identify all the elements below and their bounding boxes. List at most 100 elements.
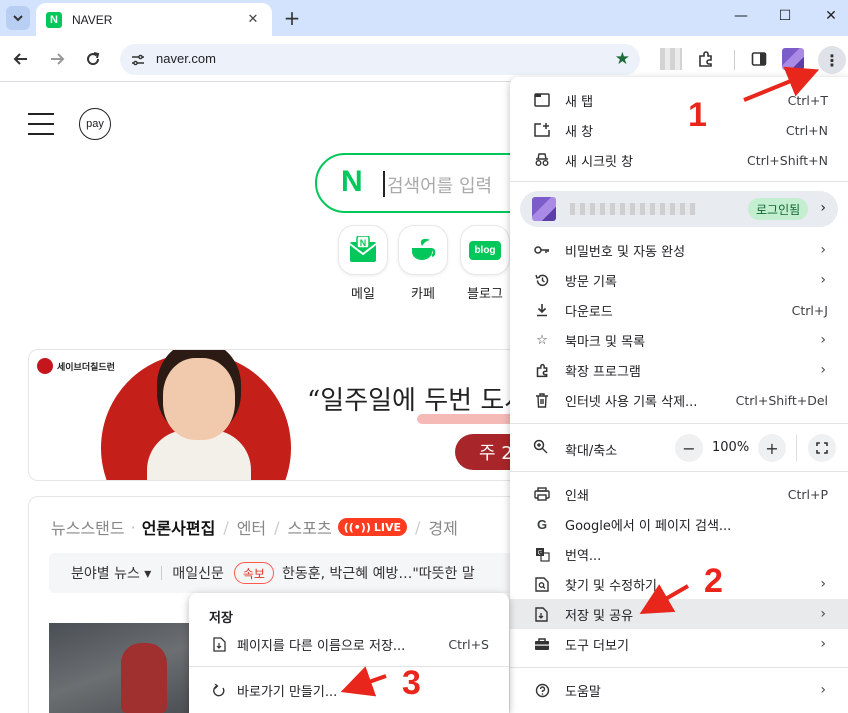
back-button[interactable] [8,46,34,72]
tab-newsstand[interactable]: 뉴스스탠드 [51,515,125,539]
live-badge: ((•)) LIVE [337,518,407,536]
tab-sports[interactable]: 스포츠 [288,515,332,539]
shortcut-label: 블로그 [467,287,503,302]
chevron-right-icon: › [820,272,826,288]
bookmark-star-icon[interactable]: ★ [615,49,630,69]
close-window-button[interactable]: ✕ [808,0,848,32]
profile-avatar[interactable] [782,48,804,70]
menu-label: 도움말 [565,684,601,700]
menu-google-search[interactable]: G Google에서 이 페이지 검색... [510,509,848,539]
submenu-save-as[interactable]: 페이지를 다른 이름으로 저장... Ctrl+S [189,629,509,659]
menu-label: 저장 및 공유 [565,608,634,624]
menu-new-window[interactable]: 새 창 Ctrl+N [510,115,848,145]
search-input[interactable]: 검색어를 입력 [387,172,492,198]
hamburger-menu-icon[interactable] [28,113,54,135]
find-page-icon [533,575,551,593]
menu-print[interactable]: 인쇄 Ctrl+P [510,479,848,509]
history-icon [533,271,551,289]
menu-incognito[interactable]: 새 시크릿 창 Ctrl+Shift+N [510,145,848,175]
chevron-down-icon [13,15,23,22]
menu-more-tools[interactable]: 도구 더보기 › [510,629,848,659]
tab-strip: N NAVER ✕ + — ☐ ✕ [0,0,848,36]
menu-save-share[interactable]: 저장 및 공유 › [510,599,848,629]
side-panel-icon[interactable] [748,48,770,70]
shortcut-blog[interactable]: blog 블로그 [455,225,515,302]
url-text[interactable]: naver.com [156,51,216,66]
tab-separator: · [130,517,136,537]
zoom-icon [533,439,548,458]
tab-close-icon[interactable]: ✕ [244,11,262,29]
news-source[interactable]: 매일신문 [172,563,224,583]
news-headline[interactable]: 한동훈, 박근혜 예방…"따뜻한 말 [282,563,475,583]
chrome-menu-button[interactable]: ⋮ [818,46,846,74]
banner-child-face [163,358,235,440]
menu-extensions[interactable]: 확장 프로그램 › [510,355,848,385]
menu-clear-data[interactable]: 인터넷 사용 기록 삭제... Ctrl+Shift+Del [510,385,848,415]
maximize-button[interactable]: ☐ [762,0,808,32]
tab-search-button[interactable] [6,6,30,30]
save-share-icon [533,605,551,623]
reload-button[interactable] [80,46,106,72]
news-photo-person [121,643,167,713]
fullscreen-icon[interactable] [808,434,836,462]
menu-passwords[interactable]: 비밀번호 및 자동 완성 › [510,235,848,265]
chevron-right-icon: › [820,242,826,258]
category-filter[interactable]: 분야별 뉴스 ▾ [71,563,151,583]
menu-shortcut: Ctrl+J [791,302,828,318]
shortcut-label: 카페 [411,287,435,302]
menu-bookmarks[interactable]: ☆ 북마크 및 목록 › [510,325,848,355]
menu-label: 인쇄 [565,488,589,504]
tab-title: NAVER [72,12,113,27]
extension-icon[interactable] [660,48,682,70]
menu-find-edit[interactable]: 찾기 및 수정하기 › [510,569,848,599]
site-settings-icon[interactable] [128,50,148,70]
annotation-number-3: 3 [402,664,421,702]
new-window-icon [533,121,551,139]
menu-label: 도구 더보기 [565,638,629,654]
menu-downloads[interactable]: 다운로드 Ctrl+J [510,295,848,325]
trash-icon [533,391,551,409]
menu-zoom: 확대/축소 − 100% + [510,431,848,465]
tab-naver[interactable]: N NAVER ✕ [36,3,272,36]
save-share-submenu: 저장 페이지를 다른 이름으로 저장... Ctrl+S 바로가기 만들기... [189,593,509,713]
shortcut-cafe[interactable]: 카페 [393,225,453,302]
minimize-button[interactable]: — [718,0,764,32]
svg-text:N: N [360,238,367,248]
address-bar[interactable]: naver.com ★ [120,44,640,75]
naver-logo: N [341,165,363,198]
forward-arrow-icon [51,53,65,65]
zoom-out-button[interactable]: − [675,434,703,462]
submenu-create-shortcut[interactable]: 바로가기 만들기... [189,675,509,705]
banner-headline: “일주일에 두번 도시 [307,386,529,416]
forward-button[interactable] [44,46,70,72]
menu-translate[interactable]: G 번역... [510,539,848,569]
menu-label: 비밀번호 및 자동 완성 [565,244,686,260]
news-tabs: 뉴스스탠드 · 언론사편집 / 엔터 / 스포츠 ((•)) LIVE / 경제 [51,515,458,539]
menu-shortcut: Ctrl+P [787,486,828,502]
download-icon [533,301,551,319]
zoom-in-button[interactable]: + [758,434,786,462]
menu-label: 확대/축소 [565,444,618,459]
ad-banner[interactable]: 세이브더칠드런 “일주일에 두번 도시 주 2 [28,349,588,481]
shortcut-mail[interactable]: N 메일 [333,225,393,302]
news-ticker[interactable]: 분야별 뉴스 ▾ 매일신문 속보 한동훈, 박근혜 예방…"따뜻한 말 [49,553,589,593]
menu-help[interactable]: 도움말 › [510,675,848,705]
tab-press-edit[interactable]: 언론사편집 [142,515,216,539]
menu-new-tab[interactable]: 새 탭 Ctrl+T [510,85,848,115]
logo-mark-icon [37,358,53,374]
save-the-children-logo: 세이브더칠드런 [37,358,115,374]
tab-separator: / [415,517,421,537]
annotation-number-2: 2 [704,562,723,600]
tab-separator: / [223,517,229,537]
naver-pay-button[interactable]: pay [79,108,111,140]
menu-profile[interactable]: 로그인됨 › [520,191,838,227]
new-tab-button[interactable]: + [280,6,304,30]
menu-label: 바로가기 만들기... [237,684,338,700]
profile-avatar [532,197,556,221]
tab-entertainment[interactable]: 엔터 [237,515,266,539]
menu-label: 인터넷 사용 기록 삭제... [565,394,698,410]
star-icon: ☆ [536,332,548,348]
menu-history[interactable]: 방문 기록 › [510,265,848,295]
extensions-puzzle-icon[interactable] [695,48,717,70]
tab-economy[interactable]: 경제 [428,515,457,539]
